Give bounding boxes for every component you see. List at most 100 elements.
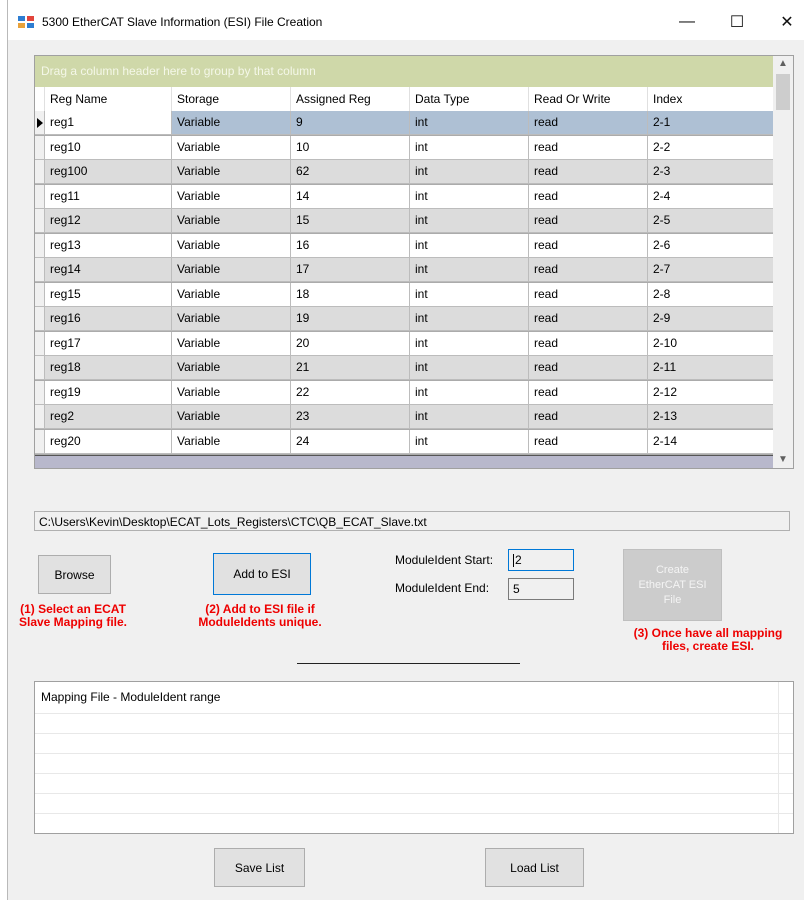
table-cell[interactable]: reg14 [45,258,172,281]
table-cell[interactable]: read [529,405,648,428]
table-cell[interactable]: 19 [291,307,410,330]
table-cell[interactable]: int [410,331,529,355]
table-row[interactable]: reg20 Variable 24 int read 2-14 [35,429,773,454]
table-cell[interactable]: int [410,209,529,232]
table-cell[interactable]: 2-7 [648,258,773,281]
table-cell[interactable]: reg13 [45,233,172,257]
table-cell[interactable]: int [410,111,529,134]
row-header[interactable] [35,405,45,428]
table-cell[interactable]: reg10 [45,135,172,159]
table-cell[interactable]: read [529,233,648,257]
minimize-button[interactable]: — [665,8,709,36]
table-cell[interactable]: Variable [172,233,291,257]
save-list-button[interactable]: Save List [214,848,305,887]
table-cell[interactable]: Variable [172,135,291,159]
table-cell[interactable]: 23 [291,405,410,428]
column-header-storage[interactable]: Storage [172,87,291,111]
table-cell[interactable]: 2-6 [648,234,773,257]
row-header[interactable] [35,331,45,355]
vertical-scrollbar[interactable]: ▲ ▼ [773,56,793,468]
maximize-button[interactable]: ☐ [715,8,759,36]
table-cell[interactable]: int [410,282,529,306]
table-cell[interactable]: read [529,331,648,355]
table-row[interactable]: reg10 Variable 10 int read 2-2 [35,135,773,160]
table-row[interactable]: reg2 Variable 23 int read 2-13 [35,405,773,429]
table-cell[interactable]: Variable [172,111,291,134]
table-row[interactable]: reg16 Variable 19 int read 2-9 [35,307,773,331]
column-header-assigned-reg[interactable]: Assigned Reg [291,87,410,111]
close-button[interactable]: ✕ [765,8,804,36]
table-cell[interactable]: 2-10 [648,332,773,355]
table-cell[interactable]: 2-4 [648,185,773,208]
register-grid[interactable]: Drag a column header here to group by th… [34,55,794,469]
table-cell[interactable]: 18 [291,282,410,306]
table-cell[interactable]: read [529,135,648,159]
table-cell[interactable]: int [410,184,529,208]
table-row[interactable]: reg13 Variable 16 int read 2-6 [35,233,773,258]
table-cell[interactable]: 2-12 [648,381,773,404]
mapping-file-list[interactable]: Mapping File - ModuleIdent range [34,681,794,834]
scroll-thumb[interactable] [776,74,790,110]
table-cell[interactable]: 2-5 [648,209,773,232]
table-cell[interactable]: 15 [291,209,410,232]
row-header[interactable] [35,160,45,183]
table-cell[interactable]: reg16 [45,307,172,330]
table-cell[interactable]: 2-3 [648,160,773,183]
table-cell[interactable]: reg19 [45,380,172,404]
table-cell[interactable]: int [410,429,529,453]
table-cell[interactable]: 9 [291,111,410,134]
column-header-index[interactable]: Index [648,87,773,111]
table-cell[interactable]: 10 [291,135,410,159]
table-row[interactable]: reg19 Variable 22 int read 2-12 [35,380,773,405]
table-cell[interactable]: int [410,380,529,404]
table-cell[interactable]: reg17 [45,331,172,355]
table-cell[interactable]: reg1 [45,111,172,134]
row-header[interactable] [35,184,45,208]
table-cell[interactable]: reg15 [45,282,172,306]
table-cell[interactable]: Variable [172,282,291,306]
table-cell[interactable]: read [529,209,648,232]
scroll-up-icon[interactable]: ▲ [773,56,793,72]
table-cell[interactable]: 16 [291,233,410,257]
row-header[interactable] [35,233,45,257]
row-header[interactable] [35,111,45,134]
table-cell[interactable]: int [410,307,529,330]
table-cell[interactable]: int [410,405,529,428]
column-header-data-type[interactable]: Data Type [410,87,529,111]
create-esi-button[interactable]: Create EtherCAT ESI File [623,549,722,621]
table-cell[interactable]: 14 [291,184,410,208]
table-cell[interactable]: 24 [291,429,410,453]
row-header[interactable] [35,356,45,379]
table-cell[interactable]: int [410,258,529,281]
table-cell[interactable]: 2-14 [648,430,773,453]
table-cell[interactable]: 2-13 [648,405,773,428]
row-header[interactable] [35,282,45,306]
table-cell[interactable]: reg18 [45,356,172,379]
table-row[interactable]: reg18 Variable 21 int read 2-11 [35,356,773,380]
table-cell[interactable]: read [529,160,648,183]
table-cell[interactable]: Variable [172,258,291,281]
row-header[interactable] [35,307,45,330]
module-ident-start-input[interactable]: 2 [508,549,574,571]
table-cell[interactable]: read [529,184,648,208]
table-cell[interactable]: 62 [291,160,410,183]
table-row[interactable]: reg100 Variable 62 int read 2-3 [35,160,773,184]
table-cell[interactable]: reg12 [45,209,172,232]
column-header-reg-name[interactable]: Reg Name [45,87,172,111]
table-cell[interactable]: read [529,429,648,453]
table-cell[interactable]: int [410,160,529,183]
row-header[interactable] [35,380,45,404]
row-header[interactable] [35,429,45,453]
row-header[interactable] [35,135,45,159]
table-cell[interactable]: read [529,307,648,330]
table-cell[interactable]: reg2 [45,405,172,428]
table-row[interactable]: reg12 Variable 15 int read 2-5 [35,209,773,233]
table-cell[interactable]: Variable [172,380,291,404]
table-cell[interactable]: reg100 [45,160,172,183]
table-cell[interactable]: 2-2 [648,136,773,159]
row-header[interactable] [35,258,45,281]
table-cell[interactable]: read [529,258,648,281]
table-cell[interactable]: read [529,380,648,404]
table-cell[interactable]: reg20 [45,429,172,453]
table-cell[interactable]: Variable [172,307,291,330]
